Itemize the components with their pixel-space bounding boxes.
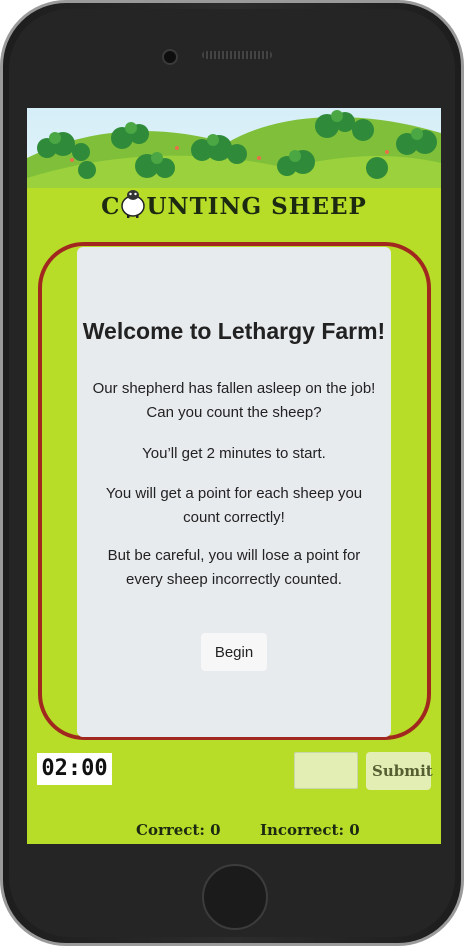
header-banner: C UNTING SHEEP <box>27 108 441 226</box>
penalty-paragraph: But be careful, you will lose a point fo… <box>107 547 361 588</box>
begin-button[interactable]: Begin <box>201 633 267 671</box>
timer-display: 02:00 <box>37 753 112 785</box>
title-prefix: C <box>101 193 121 220</box>
game-screen: C UNTING SHEEP Welcome to Lethargy Farm!… <box>27 108 441 844</box>
welcome-heading: Welcome to Lethargy Farm! <box>82 318 386 344</box>
title-suffix: UNTING SHEEP <box>146 193 367 220</box>
scoring-paragraph: You will get a point for each sheep you … <box>105 485 363 526</box>
correct-score: Correct: 0 <box>136 821 221 839</box>
intro-paragraph: Our shepherd has fallen asleep on the jo… <box>92 380 376 421</box>
submit-button[interactable]: Submit <box>366 752 433 790</box>
answer-input[interactable] <box>294 752 358 789</box>
time-paragraph: You’ll get 2 minutes to start. <box>142 445 326 462</box>
speaker-grille <box>202 51 272 59</box>
incorrect-score: Incorrect: 0 <box>260 821 360 839</box>
sheep-icon <box>121 190 146 218</box>
welcome-card: Welcome to Lethargy Farm! Our shepherd h… <box>77 247 391 737</box>
app-title: C UNTING SHEEP <box>27 188 441 220</box>
camera-icon <box>162 49 178 65</box>
home-button[interactable] <box>202 864 268 930</box>
phone-frame: C UNTING SHEEP Welcome to Lethargy Farm!… <box>0 0 464 946</box>
